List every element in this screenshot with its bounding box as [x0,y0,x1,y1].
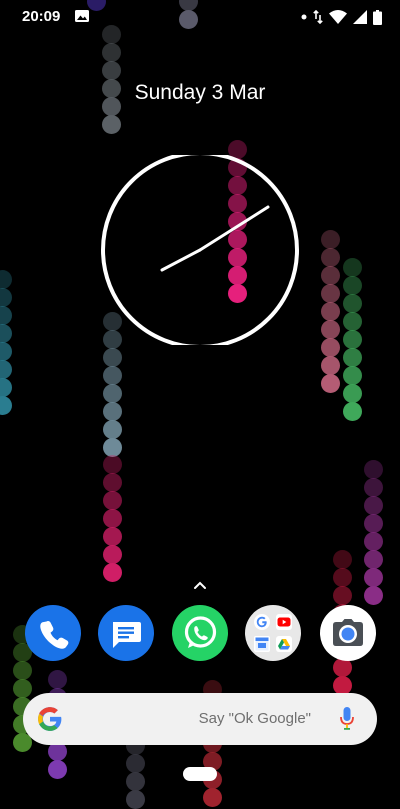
search-hint: Say "Ok Google" [198,710,311,727]
wallpaper-dot [364,586,383,605]
wallpaper-dot [364,478,383,497]
wallpaper-dot [343,348,362,367]
wallpaper-dot [343,384,362,403]
wallpaper-dot [126,754,145,773]
google-g-icon [38,707,62,731]
messages-icon [113,622,141,648]
wallpaper-dot [343,366,362,385]
wifi-icon [329,10,347,24]
home-pill[interactable] [183,767,217,781]
wallpaper-dot [343,402,362,421]
wallpaper-dot [333,568,352,587]
wallpaper-dot [364,568,383,587]
date-label[interactable]: Sunday 3 Mar [0,81,400,105]
status-icons [301,8,382,26]
wallpaper-dot [364,550,383,569]
wallpaper-dot [343,312,362,331]
wallpaper-dot [321,302,340,321]
wallpaper-dot [13,679,32,698]
google-apps-folder-icon [254,614,292,652]
wallpaper-dot [333,586,352,605]
wallpaper-dot [103,420,122,439]
wallpaper-dot [333,550,352,569]
wallpaper-dot [103,366,122,385]
wallpaper-dot [321,356,340,375]
wallpaper-dot [0,324,12,343]
wallpaper-dot [126,772,145,791]
battery-icon [373,9,382,25]
analog-clock-widget[interactable] [100,155,300,345]
wallpaper-dot [321,338,340,357]
app-drawer-arrow-icon[interactable] [193,580,207,590]
wallpaper-dot [321,320,340,339]
wallpaper-dot [321,266,340,285]
whatsapp-icon [184,616,217,648]
wallpaper-dot [102,43,121,62]
wallpaper-dot [0,396,12,415]
signal-icon [353,10,367,24]
wallpaper-dot [321,248,340,267]
wallpaper-dot [364,496,383,515]
data-transfer-icon [313,10,323,24]
wallpaper-dot [103,402,122,421]
wallpaper-dot [103,509,122,528]
wallpaper-dot [364,532,383,551]
app-dock [0,605,400,661]
dot-icon [301,14,307,20]
wallpaper-dot [103,527,122,546]
wallpaper-dot [48,760,67,779]
wallpaper-dot [0,288,12,307]
google-apps-folder[interactable] [245,605,301,661]
wallpaper-dot [0,342,12,361]
camera-icon [333,619,363,646]
wallpaper-dot [343,294,362,313]
messages-app[interactable] [98,605,154,661]
wallpaper-dot [0,378,12,397]
wallpaper-dot [103,545,122,564]
wallpaper-dot [203,788,222,807]
whatsapp-app[interactable] [172,605,228,661]
wallpaper-dot [343,330,362,349]
wallpaper-dot [103,563,122,582]
wallpaper-dot [48,670,67,689]
wallpaper-dot [102,115,121,134]
status-bar: 20:09 [0,0,400,34]
wallpaper-dot [364,514,383,533]
wallpaper-dot [364,460,383,479]
gallery-icon [75,10,89,22]
wallpaper-dot [0,306,12,325]
clock-hour-hand [160,248,202,272]
phone-app[interactable] [25,605,81,661]
wallpaper-dot [0,360,12,379]
wallpaper-dot [343,258,362,277]
wallpaper-dot [321,230,340,249]
wallpaper-dot [13,661,32,680]
wallpaper-dot [103,348,122,367]
camera-app[interactable] [320,605,376,661]
wallpaper-dot [0,270,12,289]
wallpaper-dot [103,473,122,492]
wallpaper-dot [103,384,122,403]
google-search-bar[interactable]: Say "Ok Google" [23,693,377,745]
wallpaper-dot [103,491,122,510]
status-time: 20:09 [22,8,61,25]
live-wallpaper [0,0,400,809]
wallpaper-dot [103,455,122,474]
wallpaper-dot [343,276,362,295]
wallpaper-dot [103,438,122,457]
phone-icon [40,620,69,649]
mic-icon[interactable] [339,706,355,732]
wallpaper-dot [321,374,340,393]
clock-minute-hand [198,205,270,252]
wallpaper-dot [102,61,121,80]
wallpaper-dot [321,284,340,303]
